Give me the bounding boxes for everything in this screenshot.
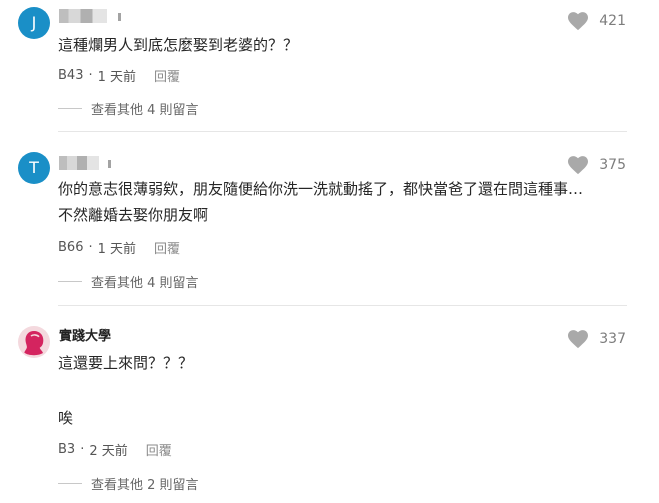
meta-separator: · [88,68,93,83]
reply-line-divider [58,483,82,484]
like-button[interactable]: 337 [567,329,626,349]
author-name[interactable]: 實踐大學 [59,330,111,344]
like-button[interactable]: 375 [567,155,626,175]
heart-icon [568,156,589,175]
like-count: 337 [599,331,626,347]
like-button[interactable]: 421 [567,11,626,31]
comment-text: 這種爛男人到底怎麼娶到老婆的？？ [58,32,625,58]
heart-icon [568,330,589,349]
view-more-label: 查看其他 4 則留言 [91,103,199,118]
like-count: 421 [599,13,626,29]
comment-text: 這還要上來問？？？ 唉 [58,350,625,431]
comment-meta: B66 · 1 天前 回覆 [58,238,180,257]
reply-line-divider [58,108,82,109]
reply-line-divider [58,281,82,282]
view-more-replies[interactable]: 查看其他 4 則留言 [58,272,199,291]
timestamp: 1 天前 [97,242,137,257]
view-more-label: 查看其他 2 則留言 [91,478,199,493]
comment-meta: B3 · 2 天前 回覆 [58,440,172,459]
comment-text: 你的意志很薄弱欸，朋友隨便給你洗一洗就動搖了，都快當爸了還在問這種事… 不然離婚… [58,176,625,228]
heart-icon [568,12,589,31]
meta-separator: · [80,442,85,457]
floor-number: B66 [58,240,84,255]
timestamp: 2 天前 [89,444,128,459]
reply-button[interactable]: 回覆 [154,238,180,257]
comment-line: 不然離婚去娶你朋友啊 [58,206,209,224]
view-more-replies[interactable]: 查看其他 4 則留言 [58,99,199,118]
comment-divider [58,305,627,306]
view-more-label: 查看其他 4 則留言 [91,276,199,291]
floor-number: B43 [58,68,84,83]
avatar[interactable]: T [18,152,50,184]
person-silhouette-icon [24,331,44,356]
author-name-blurred[interactable] [59,156,111,170]
reply-button[interactable]: 回覆 [154,66,180,85]
comment-line: 唉 [58,409,74,427]
timestamp: 1 天前 [97,70,137,85]
like-count: 375 [599,157,626,173]
avatar[interactable]: J [18,7,50,39]
comment-line [58,376,625,405]
meta-separator: · [88,240,93,255]
reply-button[interactable]: 回覆 [146,440,172,459]
comment-divider [58,131,627,132]
comment-line: 這還要上來問？？？ [58,354,194,372]
floor-number: B3 [58,442,76,457]
author-name-blurred[interactable] [59,9,121,23]
view-more-replies[interactable]: 查看其他 2 則留言 [58,474,199,493]
avatar[interactable] [18,326,50,358]
comment-line: 這種爛男人到底怎麼娶到老婆的？？ [58,36,299,54]
comment-meta: B43 · 1 天前 回覆 [58,66,180,85]
comment-line: 你的意志很薄弱欸，朋友隨便給你洗一洗就動搖了，都快當爸了還在問這種事… [58,180,584,198]
comment-thread: J 421 這種爛男人到底怎麼娶到老婆的？？ B43 · 1 天前 回覆 查看其… [0,0,659,503]
